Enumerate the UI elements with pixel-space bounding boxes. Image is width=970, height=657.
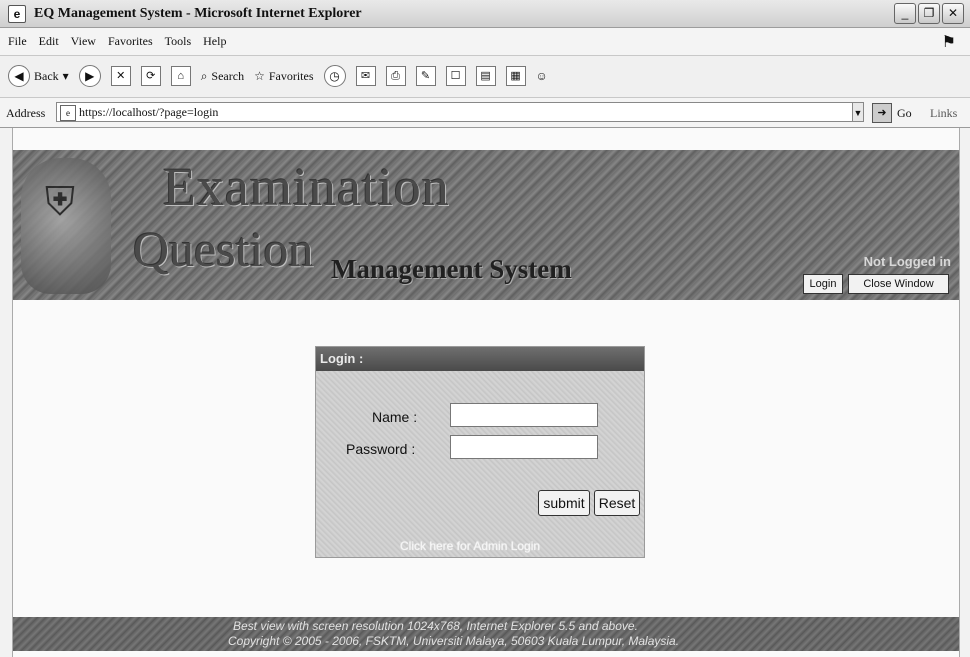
close-window-button[interactable]: ✕ [942, 3, 964, 24]
print-icon[interactable]: ⎙ [385, 66, 406, 86]
chevron-down-icon: ▾ [62, 68, 69, 83]
page-footer: Best view with screen resolution 1024x76… [13, 617, 959, 651]
mail-icon[interactable]: ✉ [355, 66, 376, 86]
history-icon[interactable]: ◷ [323, 65, 346, 87]
menu-edit[interactable]: Edit [39, 34, 59, 49]
favorites-button[interactable]: ☆ Favorites [254, 69, 313, 84]
search-button[interactable]: ⌕ Search [201, 69, 244, 84]
password-input[interactable] [450, 435, 598, 459]
reset-button[interactable]: Reset [594, 490, 640, 516]
star-icon: ☆ [254, 68, 265, 83]
submit-button[interactable]: submit [538, 490, 590, 516]
window-controls: _ ❐ ✕ [894, 3, 964, 24]
refresh-icon[interactable]: ⟳ [140, 66, 161, 86]
close-window-page-button[interactable]: Close Window [848, 274, 949, 294]
login-status: Not Logged in [863, 254, 951, 269]
restore-button[interactable]: ❐ [918, 3, 940, 24]
menu-bar: File Edit View Favorites Tools Help ⚑ [0, 28, 970, 56]
links-button[interactable]: Links [930, 106, 957, 121]
admin-login-link[interactable]: Click here for Admin Login [400, 539, 540, 553]
footer-resolution-note: Best view with screen resolution 1024x76… [233, 619, 638, 633]
page-content: ⛨ Examination Question Management System… [12, 128, 960, 657]
address-label: Address [6, 106, 46, 120]
minimize-button[interactable]: _ [894, 3, 916, 24]
header-banner: ⛨ Examination Question Management System… [13, 150, 959, 300]
address-input[interactable]: e https://localhost/?page=login [56, 102, 862, 122]
university-crest-logo: ⛨ [21, 158, 111, 294]
address-bar: Address e https://localhost/?page=login … [0, 98, 970, 128]
search-label: Search [211, 68, 245, 83]
banner-title-question: Question [133, 221, 314, 277]
back-label: Back [34, 68, 59, 83]
go-label: Go [897, 105, 912, 120]
name-label: Name : [372, 409, 418, 425]
people-icon[interactable]: ☺ [536, 69, 548, 84]
forward-icon[interactable]: ▶ [78, 65, 101, 87]
stop-icon[interactable]: ✕ [110, 66, 131, 86]
messenger-icon[interactable]: ▦ [505, 66, 526, 86]
home-icon[interactable]: ⌂ [170, 66, 191, 86]
banner-title-management-system: Management System [331, 254, 572, 284]
toolbar: ◀ Back ▾ ▶ ✕ ⟳ ⌂ ⌕ Search ☆ Favorites ◷ … [0, 56, 970, 98]
menu-favorites[interactable]: Favorites [108, 34, 153, 49]
menu-view[interactable]: View [71, 34, 96, 49]
go-button[interactable]: ➜ Go [872, 103, 912, 123]
menu-file[interactable]: File [8, 34, 27, 49]
favorites-label: Favorites [268, 68, 314, 83]
window-title: EQ Management System - Microsoft Interne… [34, 6, 362, 21]
discuss-icon[interactable]: ☐ [445, 66, 466, 86]
name-input[interactable] [450, 403, 598, 427]
title-bar: e EQ Management System - Microsoft Inter… [0, 0, 970, 28]
login-panel-header: Login : [316, 347, 644, 371]
header-login-button[interactable]: Login [803, 274, 843, 294]
banner-title-examination: Examination [163, 157, 450, 217]
search-icon: ⌕ [200, 68, 208, 83]
back-arrow-icon: ◀ [8, 65, 30, 87]
research-icon[interactable]: ▤ [475, 66, 496, 86]
address-url: https://localhost/?page=login [79, 105, 219, 119]
go-arrow-icon: ➜ [872, 103, 892, 123]
login-panel: Login : Name : Password : submit Reset C… [315, 346, 645, 558]
windows-flag-icon: ⚑ [941, 34, 956, 51]
page-icon: e [60, 105, 76, 121]
edit-icon[interactable]: ✎ [415, 66, 436, 86]
menu-tools[interactable]: Tools [165, 34, 192, 49]
address-dropdown-icon[interactable]: ▼ [852, 102, 864, 122]
password-label: Password : [346, 441, 416, 457]
back-button[interactable]: ◀ Back ▾ [8, 65, 69, 87]
menu-help[interactable]: Help [203, 34, 226, 49]
ie-page-icon: e [8, 5, 26, 23]
footer-copyright: Copyright © 2005 - 2006, FSKTM, Universi… [228, 634, 680, 648]
